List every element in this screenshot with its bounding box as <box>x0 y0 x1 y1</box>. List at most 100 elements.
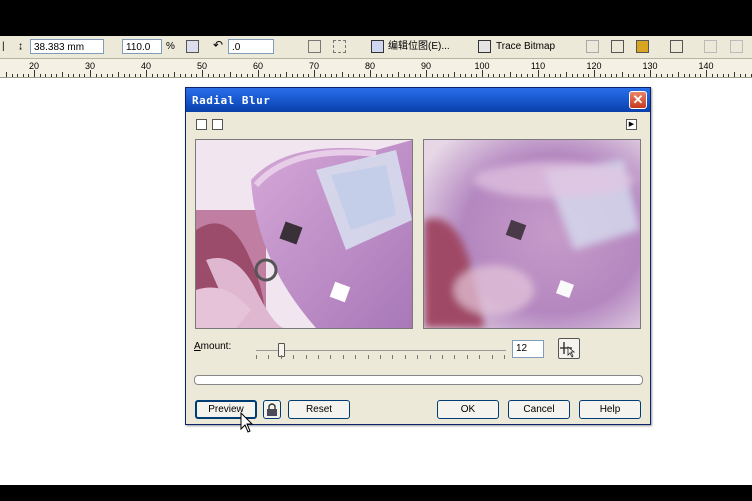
slider-tick <box>330 355 331 359</box>
cancel-button[interactable]: Cancel <box>508 400 570 419</box>
ruler-tick <box>264 74 265 77</box>
ruler-tick <box>476 74 477 77</box>
ruler-tick <box>146 70 147 77</box>
mirror-h-icon[interactable] <box>308 40 321 53</box>
ruler-tick <box>269 74 270 77</box>
ruler-tick <box>594 70 595 77</box>
amount-input[interactable]: 12 <box>512 340 544 358</box>
ruler-tick <box>588 74 589 77</box>
ruler-tick <box>633 74 634 77</box>
ruler-tick <box>73 74 74 77</box>
wrap-text-icon[interactable] <box>670 40 683 53</box>
ruler-tick <box>140 74 141 77</box>
ruler-tick <box>174 72 175 77</box>
slider-tick <box>467 355 468 359</box>
ruler-tick <box>404 74 405 77</box>
ruler-tick <box>79 74 80 77</box>
ruler-tick <box>101 74 102 77</box>
ruler-tick <box>381 74 382 77</box>
ruler-tick <box>566 72 567 77</box>
height-field[interactable]: 38.383 mm <box>30 39 104 54</box>
scale-field[interactable]: 110.0 <box>122 39 162 54</box>
ruler-tick <box>252 74 253 77</box>
node-icon[interactable] <box>611 40 624 53</box>
ruler-tick <box>34 70 35 77</box>
ruler-tick <box>112 74 113 77</box>
ruler-tick <box>712 74 713 77</box>
ruler-tick <box>661 74 662 77</box>
ruler-tick <box>454 72 455 77</box>
amount-slider[interactable] <box>256 342 506 360</box>
ruler-tick <box>51 74 52 77</box>
result-preview[interactable] <box>423 139 641 329</box>
video-letterbox-top <box>0 0 752 36</box>
expand-arrow-icon[interactable]: ▶ <box>626 119 637 130</box>
ruler-tick <box>527 74 528 77</box>
close-button[interactable]: ✕ <box>629 91 647 109</box>
mirror-v-icon[interactable] <box>333 40 346 53</box>
amount-accelerator: A <box>194 341 201 352</box>
trace-bitmap-icon[interactable] <box>478 40 491 53</box>
ruler-tick <box>45 74 46 77</box>
arrange-icon[interactable] <box>704 40 717 53</box>
ruler-tick <box>740 74 741 77</box>
ruler-tick <box>392 74 393 77</box>
ruler-tick <box>135 74 136 77</box>
ruler-tick <box>6 72 7 77</box>
rotation-field[interactable]: .0 <box>228 39 274 54</box>
ruler-tick <box>684 74 685 77</box>
ruler-tick <box>644 74 645 77</box>
crop-icon[interactable] <box>586 40 599 53</box>
ruler-tick <box>180 74 181 77</box>
ruler-tick <box>471 74 472 77</box>
ruler-tick <box>622 72 623 77</box>
ruler-tick <box>56 74 57 77</box>
radial-blur-dialog: Radial Blur ✕ ▶ Amount: 12 Preview Reset… <box>185 87 651 425</box>
help-button[interactable]: Help <box>579 400 641 419</box>
ruler-tick <box>516 74 517 77</box>
ruler-tick <box>292 74 293 77</box>
ok-button[interactable]: OK <box>437 400 499 419</box>
ruler-tick <box>717 74 718 77</box>
center-pick-button[interactable] <box>558 338 580 359</box>
ruler-tick <box>258 70 259 77</box>
ruler-tick <box>157 74 158 77</box>
ruler-tick <box>12 74 13 77</box>
ruler-tick <box>678 72 679 77</box>
slider-tick <box>268 355 269 359</box>
ruler-tick <box>482 70 483 77</box>
ruler-tick <box>521 74 522 77</box>
ruler-tick <box>415 74 416 77</box>
ruler-tick <box>208 74 209 77</box>
slider-tick <box>442 355 443 359</box>
edit-bitmap-button[interactable]: 编辑位图(E)... <box>388 41 450 53</box>
ruler-tick <box>426 70 427 77</box>
preview-lock-button[interactable] <box>263 400 281 419</box>
original-preview[interactable] <box>195 139 413 329</box>
ruler-tick <box>504 74 505 77</box>
amount-label: Amount: <box>194 341 231 352</box>
resample-icon[interactable] <box>636 40 649 53</box>
slider-tick <box>318 355 319 359</box>
slider-tick <box>454 355 455 359</box>
ruler-tick <box>549 74 550 77</box>
horizontal-ruler[interactable]: 20 30 40 50 60 70 80 90 100 110 120 130 140 <box>0 59 752 78</box>
lock-ratio-icon[interactable] <box>186 40 199 53</box>
slider-tick <box>306 355 307 359</box>
ruler-tick <box>532 74 533 77</box>
ruler-tick <box>23 74 24 77</box>
reset-button[interactable]: Reset <box>288 400 350 419</box>
height-icon: ↨ <box>18 41 23 52</box>
one-panel-view-icon[interactable] <box>212 119 223 130</box>
slider-tick <box>256 355 257 359</box>
ruler-tick <box>728 74 729 77</box>
options-icon[interactable] <box>730 40 743 53</box>
edit-bitmap-icon[interactable] <box>371 40 384 53</box>
dialog-titlebar[interactable]: Radial Blur ✕ <box>186 88 650 112</box>
ruler-tick <box>68 74 69 77</box>
trace-bitmap-button[interactable]: Trace Bitmap <box>496 41 555 53</box>
two-panel-view-icon[interactable] <box>196 119 207 130</box>
ruler-tick <box>611 74 612 77</box>
video-letterbox-bottom <box>0 485 752 501</box>
ruler-tick <box>510 72 511 77</box>
